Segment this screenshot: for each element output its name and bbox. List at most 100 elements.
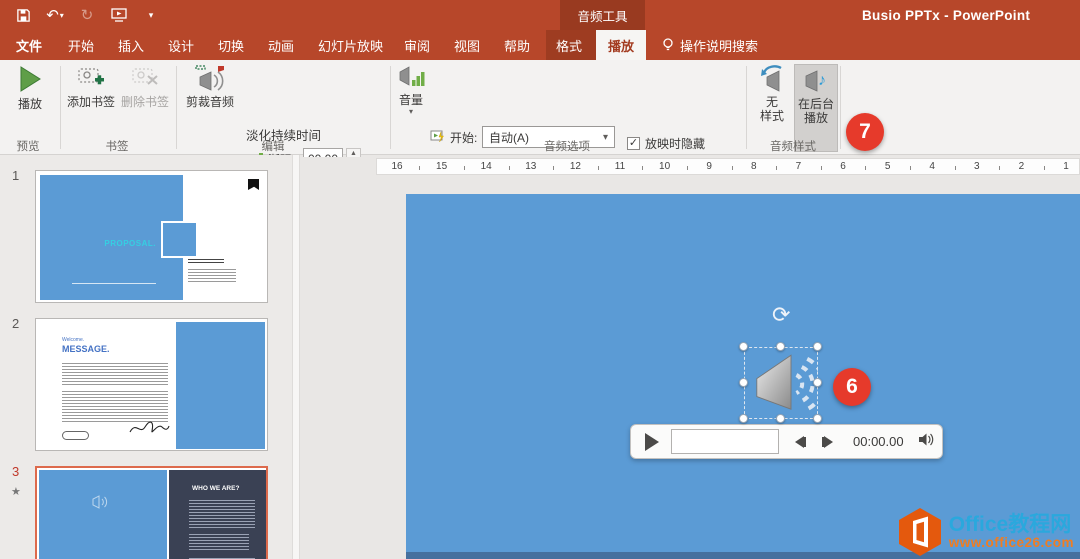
player-volume-icon[interactable] <box>918 432 935 452</box>
svg-text:♪: ♪ <box>818 72 826 89</box>
player-play-button[interactable] <box>645 433 659 451</box>
ribbon-tab-bar: 文件 开始 插入 设计 切换 动画 幻灯片放映 审阅 视图 帮助 格式 播放 操… <box>0 30 1080 60</box>
start-label: 开始: <box>450 129 477 146</box>
checkbox-box: ✓ <box>627 137 640 150</box>
slide-editing-canvas: ⟳ 6 <box>300 176 1080 559</box>
watermark-text: Office教程网 www.office26.com <box>949 514 1074 550</box>
no-style-button[interactable]: 无样式 <box>752 64 792 123</box>
start-slideshow-icon[interactable] <box>110 6 128 24</box>
tab-playback-active[interactable]: 播放 <box>596 30 646 60</box>
tab-file[interactable]: 文件 <box>12 30 46 60</box>
tab-help[interactable]: 帮助 <box>500 30 534 60</box>
trim-audio-button[interactable]: 剪裁音频 <box>182 64 238 109</box>
resize-handle-ne[interactable] <box>813 342 822 351</box>
remove-bookmark-button-disabled: 删除书签 <box>118 64 172 109</box>
resize-handle-n[interactable] <box>776 342 785 351</box>
slide-2-thumbnail[interactable]: Welcome. MESSAGE. <box>35 318 268 451</box>
tab-view[interactable]: 视图 <box>450 30 484 60</box>
audio-speaker-icon[interactable] <box>746 349 818 419</box>
player-move-back-button[interactable] <box>795 436 806 448</box>
redo-icon: ↻ <box>78 6 96 24</box>
annotation-badge-7: 7 <box>846 113 884 151</box>
checkbox-hide-during-show[interactable]: ✓ 放映时隐藏 <box>627 135 705 152</box>
no-style-icon <box>757 64 787 92</box>
rotate-handle[interactable]: ⟳ <box>772 304 790 326</box>
powerpoint-window: ↶▾ ↻ ▾ 音频工具 Busio PPTx - PowerPoint 文件 开… <box>0 0 1080 559</box>
tell-me-search[interactable]: 操作说明搜索 <box>676 30 762 60</box>
tab-insert[interactable]: 插入 <box>114 30 148 60</box>
slide-3-thumbnail-selected[interactable]: WHO WE ARE? <box>35 466 268 559</box>
play-preview-button[interactable]: 播放 <box>8 64 52 111</box>
tab-animations[interactable]: 动画 <box>264 30 298 60</box>
volume-dropdown-chevron: ▾ <box>409 107 413 116</box>
slide2-title: MESSAGE. <box>62 344 110 354</box>
resize-handle-s[interactable] <box>776 414 785 423</box>
undo-icon[interactable]: ↶▾ <box>46 6 64 24</box>
audio-tools-context-header: 音频工具 <box>560 0 645 30</box>
slide3-blue-block <box>39 470 167 559</box>
play-preview-label: 播放 <box>18 97 42 111</box>
slide2-subtitle: Welcome. <box>62 338 84 344</box>
tab-format[interactable]: 格式 <box>552 30 586 60</box>
tab-review[interactable]: 审阅 <box>400 30 434 60</box>
volume-label: 音量 <box>399 93 423 107</box>
watermark-site-name: Office教程网 <box>949 514 1074 536</box>
no-style-label: 无样式 <box>760 95 784 123</box>
slide-area[interactable] <box>406 194 1080 552</box>
player-time-display: 00:00.00 <box>853 434 904 449</box>
save-icon[interactable] <box>14 6 32 24</box>
play-in-background-icon: ♪ <box>801 68 831 94</box>
ribbon-playback: 播放 预览 添加书签 删除书签 书签 <box>0 60 1080 155</box>
resize-handle-sw[interactable] <box>739 414 748 423</box>
office-logo-icon <box>897 507 943 557</box>
add-bookmark-button[interactable]: 添加书签 <box>64 64 118 109</box>
slide-2-number: 2 <box>12 316 19 331</box>
tab-slideshow[interactable]: 幻灯片放映 <box>314 30 387 60</box>
slide1-square-shape <box>161 221 198 258</box>
resize-handle-w[interactable] <box>739 378 748 387</box>
horizontal-ruler: 16151413121110987654321 <box>376 158 1080 175</box>
player-progress-bar[interactable] <box>671 429 779 454</box>
slide-3-number: 3 <box>12 464 19 479</box>
resize-handle-se[interactable] <box>813 414 822 423</box>
slide-1-thumbnail[interactable]: PROPOSAL. <box>35 170 268 303</box>
group-divider <box>390 66 391 149</box>
add-bookmark-label: 添加书签 <box>67 95 115 109</box>
audio-player-bar: 00:00.00 <box>630 424 943 459</box>
play-icon <box>16 64 44 94</box>
add-bookmark-icon <box>76 64 106 92</box>
tab-transitions[interactable]: 切换 <box>214 30 248 60</box>
watermark: Office教程网 www.office26.com <box>897 507 1074 557</box>
group-divider <box>840 66 841 149</box>
slide2-button-shape <box>62 431 89 440</box>
watermark-url: www.office26.com <box>949 536 1074 550</box>
resize-handle-e[interactable] <box>813 378 822 387</box>
customize-qat-icon[interactable]: ▾ <box>142 6 160 24</box>
resize-handle-nw[interactable] <box>739 342 748 351</box>
start-option-icon <box>430 129 445 143</box>
title-bar: ↶▾ ↻ ▾ 音频工具 Busio PPTx - PowerPoint <box>0 0 1080 30</box>
audio-object-selection-box[interactable] <box>744 347 818 419</box>
volume-button[interactable]: 音量 ▾ <box>394 64 428 116</box>
slide-thumbnail-panel: 1 PROPOSAL. 2 Welcome. MESSAGE. 3 ★ <box>0 155 292 559</box>
player-move-forward-button[interactable] <box>822 436 833 448</box>
slide-1-number: 1 <box>12 168 19 183</box>
trim-audio-icon <box>194 64 226 92</box>
tab-design[interactable]: 设计 <box>164 30 198 60</box>
trim-audio-label: 剪裁音频 <box>186 95 234 109</box>
slide3-title: WHO WE ARE? <box>192 485 239 492</box>
tab-home[interactable]: 开始 <box>64 30 98 60</box>
slide1-logo <box>248 179 259 190</box>
volume-icon <box>397 64 425 90</box>
group-divider <box>60 66 61 149</box>
slide1-title: PROPOSAL. <box>76 239 156 248</box>
group-divider <box>746 66 747 149</box>
annotation-badge-6: 6 <box>833 368 871 406</box>
panel-scrollbar[interactable] <box>292 155 300 559</box>
play-in-background-label: 在后台播放 <box>798 97 834 125</box>
slide-3-animation-star-icon: ★ <box>11 485 21 498</box>
group-label-bookmarks: 书签 <box>57 138 177 154</box>
remove-bookmark-label: 删除书签 <box>121 95 169 109</box>
group-label-audio-options: 音频选项 <box>507 138 627 154</box>
slide2-signature <box>128 419 170 437</box>
